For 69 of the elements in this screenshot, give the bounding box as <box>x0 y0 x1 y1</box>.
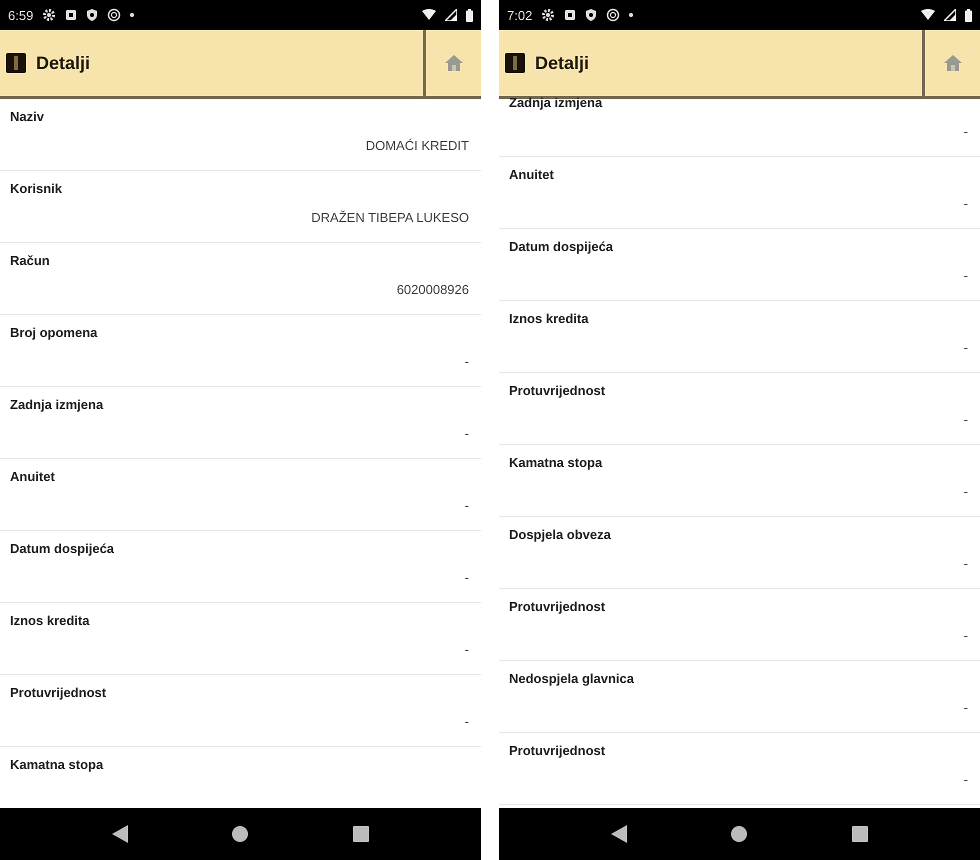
field-value: - <box>964 556 968 571</box>
battery-icon <box>466 8 473 22</box>
field-label: Nedospjela glavnica <box>509 671 635 686</box>
field-value: - <box>964 772 968 787</box>
wifi-icon <box>422 9 436 21</box>
app-logo-icon <box>505 53 525 73</box>
circle-icon <box>606 8 620 22</box>
recents-square-icon[interactable] <box>852 826 868 842</box>
status-time: 7:02 <box>507 8 532 22</box>
square-icon <box>65 9 78 21</box>
app-logo-icon <box>6 53 26 73</box>
circle-icon <box>107 8 122 22</box>
field-label: Protuvrijednost <box>509 743 606 758</box>
field-label: Datum dospijeća <box>509 239 614 254</box>
field-value: - <box>964 628 968 643</box>
field-label: Korisnik <box>10 181 64 196</box>
field-value: - <box>964 340 968 355</box>
field-value: 6020008926 <box>396 282 469 297</box>
field-value: - <box>964 484 968 499</box>
field-label: Kamatna stopa <box>509 455 604 470</box>
field-value: - <box>464 354 469 369</box>
status-time: 6:59 <box>8 8 34 22</box>
home-circle-icon[interactable] <box>232 826 248 842</box>
field-value: - <box>964 124 968 139</box>
recents-square-icon[interactable] <box>352 826 369 842</box>
field-label: Račun <box>10 253 51 268</box>
field-value: - <box>464 714 469 729</box>
gear-icon <box>541 8 556 22</box>
signal-icon <box>944 9 956 21</box>
field-label: Kamatna stopa <box>10 757 104 772</box>
shield-icon <box>86 8 98 22</box>
dot-icon <box>130 13 134 17</box>
field-value: - <box>964 268 968 283</box>
field-value: - <box>964 412 968 427</box>
gear-icon <box>42 8 56 22</box>
field-label: Naziv <box>10 109 45 124</box>
field-label: Datum dospijeća <box>10 541 116 556</box>
back-icon[interactable] <box>611 825 628 843</box>
field-label: Protuvrijednost <box>10 685 108 700</box>
shield-icon <box>585 8 598 22</box>
screen-title: Detalji <box>535 52 590 74</box>
field-label: Anuitet <box>509 167 555 182</box>
square-icon <box>564 9 576 21</box>
field-label: Dospjela obveza <box>509 527 612 542</box>
field-label: Zadnja izmjena <box>10 397 104 412</box>
field-value: - <box>464 642 469 657</box>
home-icon <box>942 53 962 73</box>
back-icon[interactable] <box>112 825 128 843</box>
signal-icon <box>445 9 457 21</box>
field-label: Anuitet <box>10 469 56 484</box>
field-label: Zadnja izmjena <box>509 95 604 110</box>
field-value: - <box>464 570 469 585</box>
home-circle-icon[interactable] <box>731 826 748 842</box>
wifi-icon <box>921 9 935 21</box>
field-label: Broj opomena <box>10 325 98 340</box>
field-label: Protuvrijednost <box>509 383 606 398</box>
field-label: Iznos kredita <box>509 311 590 326</box>
field-value: - <box>464 426 469 441</box>
field-value: DOMAĆI KREDIT <box>366 138 469 153</box>
dot-icon <box>629 13 634 17</box>
field-value: - <box>964 700 968 715</box>
battery-icon <box>965 8 972 22</box>
field-value: - <box>464 498 469 513</box>
field-value: - <box>964 196 968 211</box>
field-value: DRAŽEN TIBEPA LUKESO <box>311 210 469 225</box>
home-icon <box>444 53 464 73</box>
field-label: Protuvrijednost <box>509 599 606 614</box>
screen-title: Detalji <box>36 52 90 74</box>
field-label: Iznos kredita <box>10 613 90 628</box>
